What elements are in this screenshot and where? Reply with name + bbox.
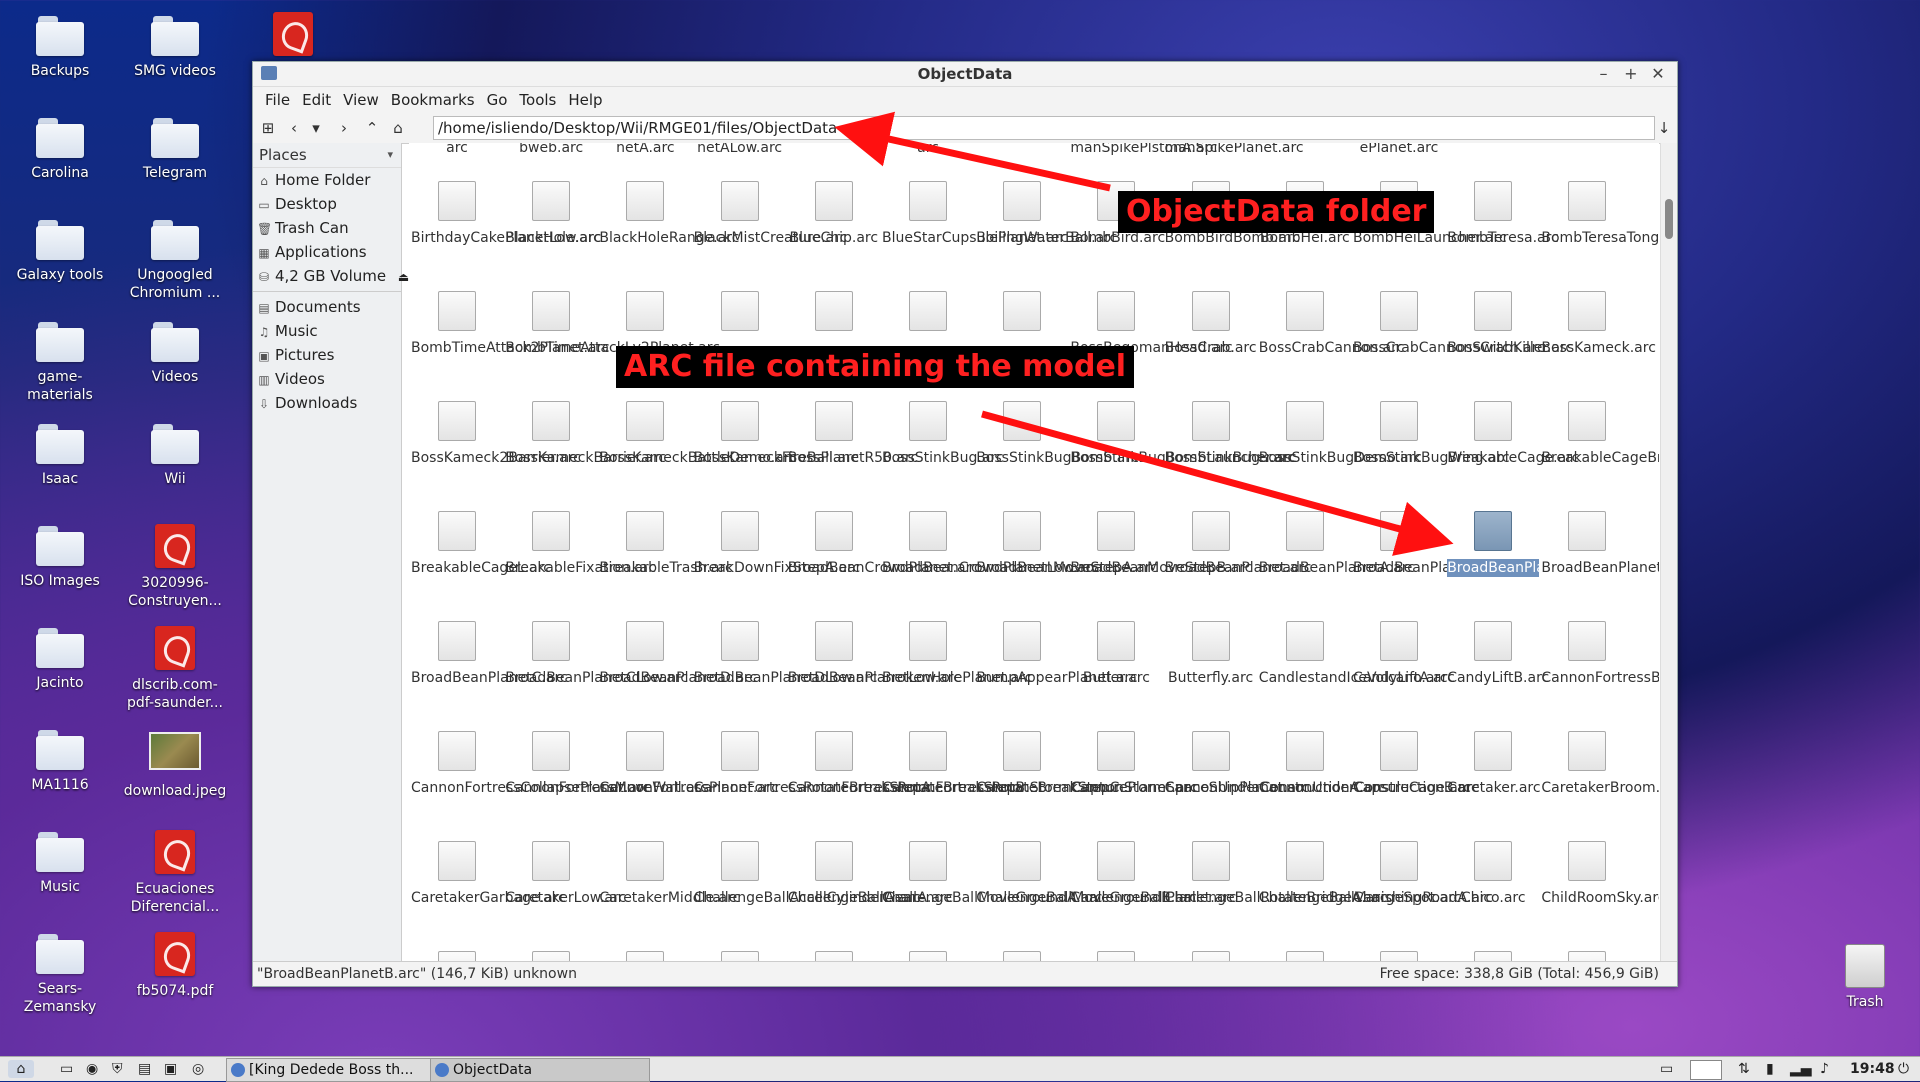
start-menu-icon[interactable]: ⌂ [8, 1060, 34, 1078]
arrow-to-path [834, 111, 1111, 192]
show-desktop-icon[interactable]: ▭ [60, 1060, 73, 1078]
network-icon[interactable]: ⇅ [1738, 1060, 1750, 1078]
shield-icon[interactable]: ⛨ [112, 1060, 123, 1078]
annotation-arrows [834, 111, 1454, 556]
volume-icon[interactable]: ♪ [1820, 1060, 1829, 1078]
workspace-active-icon[interactable] [1690, 1060, 1722, 1080]
taskbar-task-browser[interactable]: [King Dedede Boss th... [226, 1058, 450, 1082]
annotation-objectdata-folder: ObjectData folder [1118, 191, 1435, 233]
battery-icon[interactable]: ▮ [1766, 1060, 1774, 1078]
taskbar: ⌂ ▭ ◉ ⛨ ▤ ▣ ◎ [King Dedede Boss th... Ob… [0, 1056, 1920, 1082]
clock[interactable]: 19:48 [1850, 1060, 1895, 1078]
browser-icon[interactable]: ◉ [86, 1060, 98, 1078]
workspace-icon[interactable]: ▭ [1660, 1060, 1673, 1078]
pdf-icon[interactable] [273, 12, 313, 56]
annotation-arc-file: ARC file containing the model [616, 346, 1135, 388]
tool-icon[interactable]: ◎ [192, 1060, 204, 1078]
power-icon[interactable]: ⏻ [1898, 1060, 1909, 1078]
monitor-icon[interactable]: ▤ [138, 1060, 151, 1078]
arrow-to-file [981, 410, 1454, 556]
taskbar-task-objectdata[interactable]: ObjectData [430, 1058, 650, 1082]
terminal-icon[interactable]: ▣ [164, 1060, 177, 1078]
signal-icon[interactable]: ▂▄ [1790, 1060, 1812, 1078]
